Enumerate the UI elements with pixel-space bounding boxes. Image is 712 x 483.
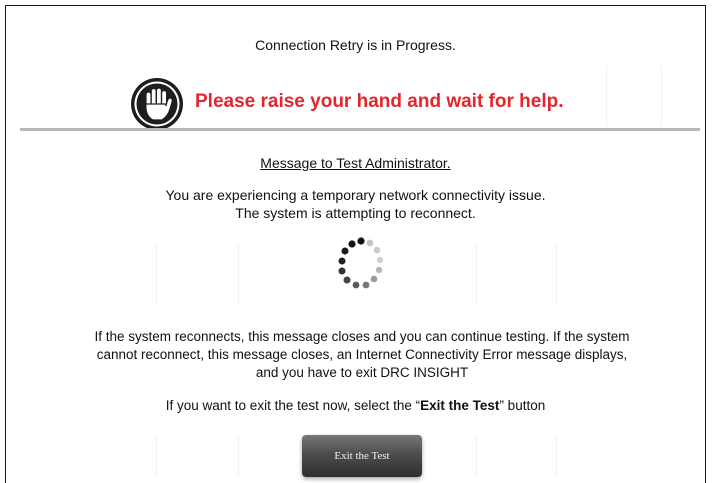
exit-instruction-suffix: ” button <box>499 398 546 413</box>
exit-instruction-bold: Exit the Test <box>420 398 500 413</box>
connectivity-issue-message: You are experiencing a temporary network… <box>6 186 705 222</box>
section-divider <box>20 128 700 131</box>
issue-line-2: The system is attempting to reconnect. <box>235 205 476 221</box>
exit-test-button[interactable]: Exit the Test <box>302 435 422 477</box>
admin-message-heading: Message to Test Administrator. <box>260 155 451 171</box>
status-title: Connection Retry is in Progress. <box>255 37 456 53</box>
loading-spinner-icon <box>338 237 384 289</box>
info-line-2: cannot reconnect, this message closes, a… <box>96 347 628 362</box>
raised-hand-icon <box>131 78 183 130</box>
alert-text: Please raise your hand and wait for help… <box>195 91 564 112</box>
info-line-1: If the system reconnects, this message c… <box>94 329 630 344</box>
exit-instruction: If you want to exit the test now, select… <box>6 398 705 413</box>
connection-retry-dialog: Connection Retry is in Progress. Please … <box>5 5 706 483</box>
exit-instruction-prefix: If you want to exit the test now, select… <box>165 398 421 413</box>
raise-hand-alert: Please raise your hand and wait for help… <box>6 70 705 130</box>
info-line-3: and you have to exit DRC INSIGHT <box>255 365 469 380</box>
reconnect-info-message: If the system reconnects, this message c… <box>17 328 707 382</box>
issue-line-1: You are experiencing a temporary network… <box>165 187 546 203</box>
